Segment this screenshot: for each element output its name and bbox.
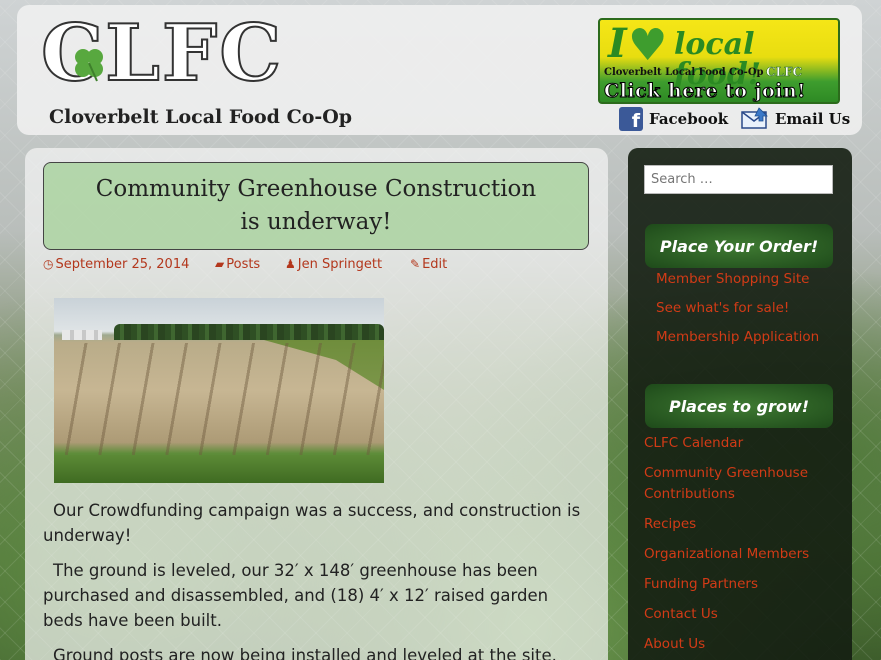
post-category: Posts	[226, 257, 261, 272]
post-date-link[interactable]: ◷ September 25, 2014	[43, 257, 189, 272]
banner-i-text: I	[608, 20, 627, 67]
places-link[interactable]: Contact Us	[644, 606, 718, 622]
post-author: Jen Springett	[297, 257, 383, 272]
post-date: September 25, 2014	[55, 257, 190, 272]
list-item: About Us	[628, 633, 852, 654]
places-link[interactable]: CLFC Calendar	[644, 435, 743, 451]
post-paragraph: The ground is leveled, our 32′ x 148′ gr…	[43, 561, 549, 630]
post-author-link[interactable]: ♟ Jen Springett	[285, 257, 382, 272]
list-item: Membership Application	[628, 326, 852, 355]
post-edit: Edit	[422, 257, 448, 272]
facebook-link[interactable]: f Facebook	[619, 107, 728, 131]
email-label: Email Us	[775, 110, 851, 128]
clock-icon: ◷	[43, 257, 54, 271]
places-widget-title: Places to grow!	[645, 384, 833, 428]
banner-coop-name: Cloverbelt Local Food Co-Op	[604, 67, 764, 78]
order-widget-title: Place Your Order!	[645, 224, 833, 268]
email-link[interactable]: Email Us	[741, 107, 850, 131]
order-link[interactable]: Membership Application	[656, 329, 819, 345]
facebook-label: Facebook	[649, 110, 729, 128]
places-link[interactable]: Organizational Members	[644, 546, 809, 562]
places-link[interactable]: Community Greenhouse Contributions	[644, 465, 808, 502]
post-title-box: Community Greenhouse Construction is und…	[43, 162, 589, 250]
banner-clfc: CLFC	[766, 65, 803, 80]
post-paragraph: Ground posts are now being installed and…	[53, 646, 557, 660]
mail-icon	[741, 107, 768, 129]
search-input[interactable]	[644, 165, 833, 194]
list-item: See what's for sale!	[628, 297, 852, 326]
main-content: Community Greenhouse Construction is und…	[25, 148, 608, 660]
order-link[interactable]: See what's for sale!	[656, 300, 789, 316]
places-link[interactable]: Recipes	[644, 516, 696, 532]
banner-join-text: Click here to join!	[603, 80, 807, 103]
clover-icon	[75, 49, 103, 82]
sidebar: Place Your Order! Member Shopping Site S…	[628, 148, 852, 660]
post-category-link[interactable]: ▰ Posts	[215, 257, 260, 272]
list-item: Organizational Members	[628, 543, 852, 564]
heart-icon: ♥	[628, 20, 668, 71]
facebook-icon: f	[619, 107, 643, 131]
order-link[interactable]: Member Shopping Site	[656, 271, 809, 287]
list-item: Community Greenhouse Contributions	[628, 462, 852, 504]
post-paragraph: Our Crowdfunding campaign was a success,…	[43, 501, 581, 545]
post-title: Community Greenhouse Construction is und…	[95, 175, 537, 235]
greenhouse-site-photo[interactable]	[54, 298, 384, 483]
places-link[interactable]: Funding Partners	[644, 576, 758, 592]
list-item: Contact Us	[628, 603, 852, 624]
places-links: CLFC Calendar Community Greenhouse Contr…	[628, 432, 852, 660]
join-banner[interactable]: I ♥ local food! Cloverbelt Local Food Co…	[598, 18, 840, 104]
list-item: Recipes	[628, 513, 852, 534]
pencil-icon: ✎	[410, 257, 421, 271]
list-item: Member Shopping Site	[628, 268, 852, 297]
user-icon: ♟	[285, 257, 296, 271]
list-item: Funding Partners	[628, 573, 852, 594]
places-link[interactable]: About Us	[644, 636, 705, 652]
list-item: CLFC Calendar	[628, 432, 852, 453]
post-edit-link[interactable]: ✎ Edit	[410, 257, 447, 272]
site-subtitle: Cloverbelt Local Food Co-Op	[49, 106, 353, 128]
site-header: CLFC Cloverbelt Local Food Co-Op I ♥ loc…	[17, 5, 862, 135]
order-links: Member Shopping Site See what's for sale…	[628, 268, 852, 355]
folder-icon: ▰	[215, 257, 225, 271]
